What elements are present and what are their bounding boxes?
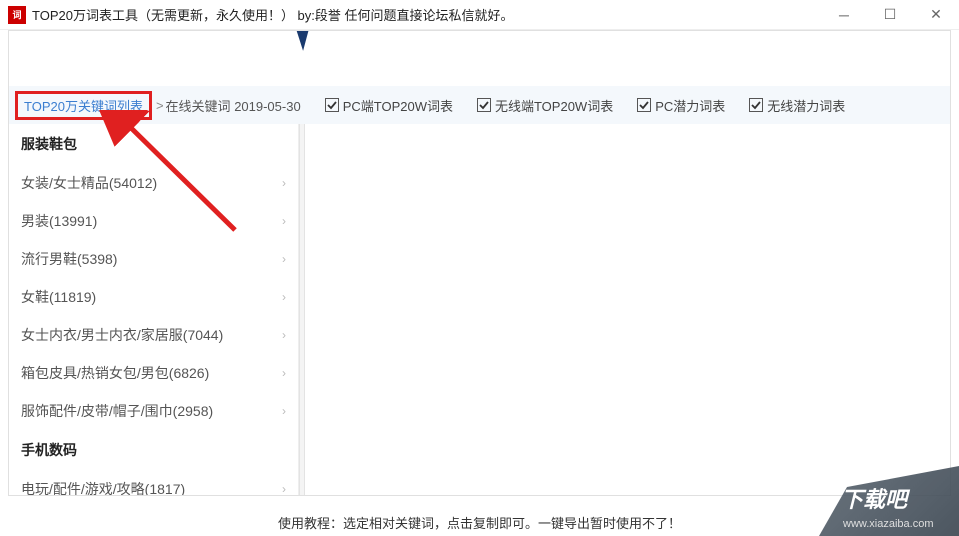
check-label: PC潜力词表 bbox=[655, 96, 725, 115]
category-item[interactable]: 女装/女士精品(54012) › bbox=[9, 164, 298, 202]
check-pc-top20w[interactable]: PC端TOP20W词表 bbox=[325, 96, 453, 115]
checkbox-checked-icon bbox=[477, 98, 491, 112]
detail-panel bbox=[305, 124, 950, 495]
check-pc-potential[interactable]: PC潜力词表 bbox=[637, 96, 725, 115]
category-item-label: 女装/女士精品(54012) bbox=[21, 173, 157, 193]
category-item-label: 女鞋(11819) bbox=[21, 287, 96, 307]
footer-help-text: 使用教程：选定相对关键词，点击复制即可。一键导出暂时使用不了！ bbox=[0, 513, 959, 532]
crumb-label: 在线关键词 bbox=[166, 99, 231, 114]
chevron-right-icon: › bbox=[282, 482, 286, 495]
chevron-right-icon: › bbox=[282, 366, 286, 380]
window-title: TOP20万词表工具（无需更新，永久使用！） by:段誉 任何问题直接论坛私信就… bbox=[32, 5, 514, 24]
category-item[interactable]: 女鞋(11819) › bbox=[9, 278, 298, 316]
category-item-label: 服饰配件/皮带/帽子/围巾(2958) bbox=[21, 401, 213, 421]
category-item-label: 电玩/配件/游戏/攻略(1817) bbox=[21, 479, 185, 495]
category-sidebar[interactable]: 服装鞋包女装/女士精品(54012) › 男装(13991) › 流行男鞋(5398) ›… bbox=[9, 124, 299, 495]
category-item[interactable]: 男装(13991) › bbox=[9, 202, 298, 240]
category-item[interactable]: 电玩/配件/游戏/攻略(1817) › bbox=[9, 470, 298, 495]
check-label: 无线端TOP20W词表 bbox=[495, 96, 613, 115]
content-wrap: TOP20万关键词列表 > 在线关键词 2019-05-30 PC端TOP20W… bbox=[8, 30, 951, 496]
chevron-right-icon: › bbox=[282, 328, 286, 342]
titlebar-left: 词 TOP20万词表工具（无需更新，永久使用！） by:段誉 任何问题直接论坛私… bbox=[8, 5, 514, 24]
category-item-label: 流行男鞋(5398) bbox=[21, 249, 117, 269]
category-group-header: 服装鞋包 bbox=[9, 124, 298, 164]
checkbox-checked-icon bbox=[637, 98, 651, 112]
category-item[interactable]: 服饰配件/皮带/帽子/围巾(2958) › bbox=[9, 392, 298, 430]
main-area: 服装鞋包女装/女士精品(54012) › 男装(13991) › 流行男鞋(5398) ›… bbox=[9, 124, 950, 495]
window-controls: ─ ☐ ✕ bbox=[821, 0, 959, 30]
check-label: 无线潜力词表 bbox=[767, 96, 845, 115]
category-item[interactable]: 流行男鞋(5398) › bbox=[9, 240, 298, 278]
crumb-date: 2019-05-30 bbox=[234, 99, 301, 114]
category-item[interactable]: 箱包皮具/热销女包/男包(6826) › bbox=[9, 354, 298, 392]
category-item[interactable]: 女士内衣/男士内衣/家居服(7044) › bbox=[9, 316, 298, 354]
category-item-label: 女士内衣/男士内衣/家居服(7044) bbox=[21, 325, 223, 345]
check-wireless-potential[interactable]: 无线潜力词表 bbox=[749, 96, 845, 115]
check-label: PC端TOP20W词表 bbox=[343, 96, 453, 115]
chevron-right-icon: › bbox=[282, 290, 286, 304]
chevron-right-icon: › bbox=[282, 214, 286, 228]
banner-decoration bbox=[286, 30, 311, 51]
close-button[interactable]: ✕ bbox=[913, 0, 959, 30]
breadcrumb-current: 在线关键词 2019-05-30 bbox=[166, 96, 301, 115]
category-group-header: 手机数码 bbox=[9, 430, 298, 470]
category-item-label: 男装(13991) bbox=[21, 211, 97, 231]
breadcrumb-separator: > bbox=[156, 98, 164, 113]
app-icon: 词 bbox=[8, 6, 26, 24]
maximize-button[interactable]: ☐ bbox=[867, 0, 913, 30]
chevron-right-icon: › bbox=[282, 404, 286, 418]
filter-bar: TOP20万关键词列表 > 在线关键词 2019-05-30 PC端TOP20W… bbox=[9, 86, 950, 124]
check-wireless-top20w[interactable]: 无线端TOP20W词表 bbox=[477, 96, 613, 115]
chevron-right-icon: › bbox=[282, 176, 286, 190]
chevron-right-icon: › bbox=[282, 252, 286, 266]
minimize-button[interactable]: ─ bbox=[821, 0, 867, 30]
checkbox-checked-icon bbox=[325, 98, 339, 112]
tab-keyword-list[interactable]: TOP20万关键词列表 bbox=[15, 91, 152, 120]
titlebar: 词 TOP20万词表工具（无需更新，永久使用！） by:段誉 任何问题直接论坛私… bbox=[0, 0, 959, 30]
category-item-label: 箱包皮具/热销女包/男包(6826) bbox=[21, 363, 209, 383]
checkbox-checked-icon bbox=[749, 98, 763, 112]
banner-area bbox=[9, 31, 950, 86]
